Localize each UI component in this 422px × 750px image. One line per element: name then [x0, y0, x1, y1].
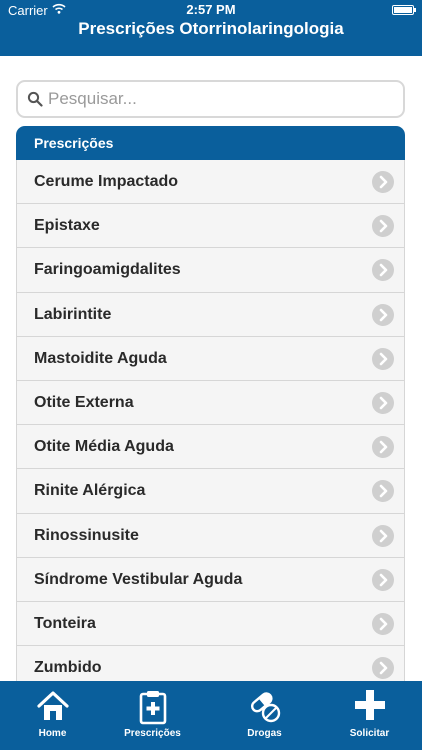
- chevron-right-icon: [372, 347, 394, 370]
- section-header: Prescrições: [16, 126, 405, 160]
- clipboard-icon: [139, 691, 166, 725]
- list-item[interactable]: Faringoamigdalites: [17, 248, 404, 293]
- list-item[interactable]: Mastoidite Aguda: [17, 336, 404, 381]
- prescriptions-list: Cerume Impactado Epistaxe Faringoamigdal…: [16, 160, 405, 691]
- search-icon: [27, 91, 43, 107]
- home-icon: [36, 691, 69, 720]
- tab-prescricoes-label: Prescrições: [124, 728, 181, 739]
- list-item-label: Rinite Alérgica: [34, 482, 146, 500]
- plus-icon: [354, 690, 385, 720]
- tab-home-label: Home: [38, 728, 67, 739]
- chevron-right-icon: [372, 480, 394, 503]
- tab-drogas[interactable]: Drogas: [212, 681, 317, 750]
- chevron-right-icon: [372, 568, 394, 591]
- list-item-label: Síndrome Vestibular Aguda: [34, 570, 243, 588]
- list-item[interactable]: Labirintite: [17, 292, 404, 337]
- search-bar[interactable]: [16, 80, 405, 118]
- navigation-bar: Carrier 2:57 PM Prescrições Otorrinolari…: [0, 0, 422, 56]
- list-item-label: Tonteira: [34, 614, 96, 632]
- list-item[interactable]: Rinite Alérgica: [17, 469, 404, 514]
- list-item-label: Mastoidite Aguda: [34, 349, 167, 367]
- chevron-right-icon: [372, 657, 394, 680]
- list-item-label: Cerume Impactado: [34, 173, 179, 190]
- list-item[interactable]: Otite Externa: [17, 380, 404, 426]
- search-input[interactable]: [48, 86, 388, 112]
- list-item[interactable]: Rinossinusite: [17, 513, 404, 558]
- battery-icon: [392, 5, 416, 15]
- status-bar: Carrier 2:57 PM: [0, 0, 422, 20]
- chevron-right-icon: [372, 171, 394, 193]
- tab-prescricoes[interactable]: Prescrições: [100, 681, 205, 750]
- list-item-label: Otite Externa: [34, 393, 134, 411]
- list-item-label: Rinossinusite: [34, 526, 139, 544]
- tab-bar: Home Prescrições Drogas Solicitar: [0, 681, 422, 750]
- chevron-right-icon: [372, 215, 394, 238]
- tab-solicitar-label: Solicitar: [349, 728, 390, 739]
- chevron-right-icon: [372, 612, 394, 635]
- status-time: 2:57 PM: [186, 2, 236, 17]
- list-item-label: Faringoamigdalites: [34, 261, 181, 279]
- list-item-label: Epistaxe: [34, 217, 100, 235]
- chevron-right-icon: [372, 436, 394, 459]
- page-title: Prescrições Otorrinolaringologia: [78, 19, 344, 38]
- list-item[interactable]: Cerume Impactado: [17, 160, 404, 205]
- list-item-label: Otite Média Aguda: [34, 438, 174, 456]
- list-item[interactable]: Epistaxe: [17, 204, 404, 249]
- chevron-right-icon: [372, 259, 394, 282]
- tab-home[interactable]: Home: [0, 681, 105, 750]
- list-item[interactable]: Tonteira: [17, 601, 404, 647]
- chevron-right-icon: [372, 524, 394, 547]
- pills-icon: [250, 692, 280, 723]
- list-item[interactable]: Síndrome Vestibular Aguda: [17, 557, 404, 602]
- list-item[interactable]: Otite Média Aguda: [17, 425, 404, 470]
- tab-drogas-label: Drogas: [247, 728, 282, 739]
- list-item-label: Labirintite: [34, 305, 112, 323]
- chevron-right-icon: [372, 303, 394, 326]
- list-item-label: Zumbido: [34, 659, 102, 677]
- chevron-right-icon: [372, 391, 394, 414]
- tab-solicitar[interactable]: Solicitar: [317, 681, 422, 750]
